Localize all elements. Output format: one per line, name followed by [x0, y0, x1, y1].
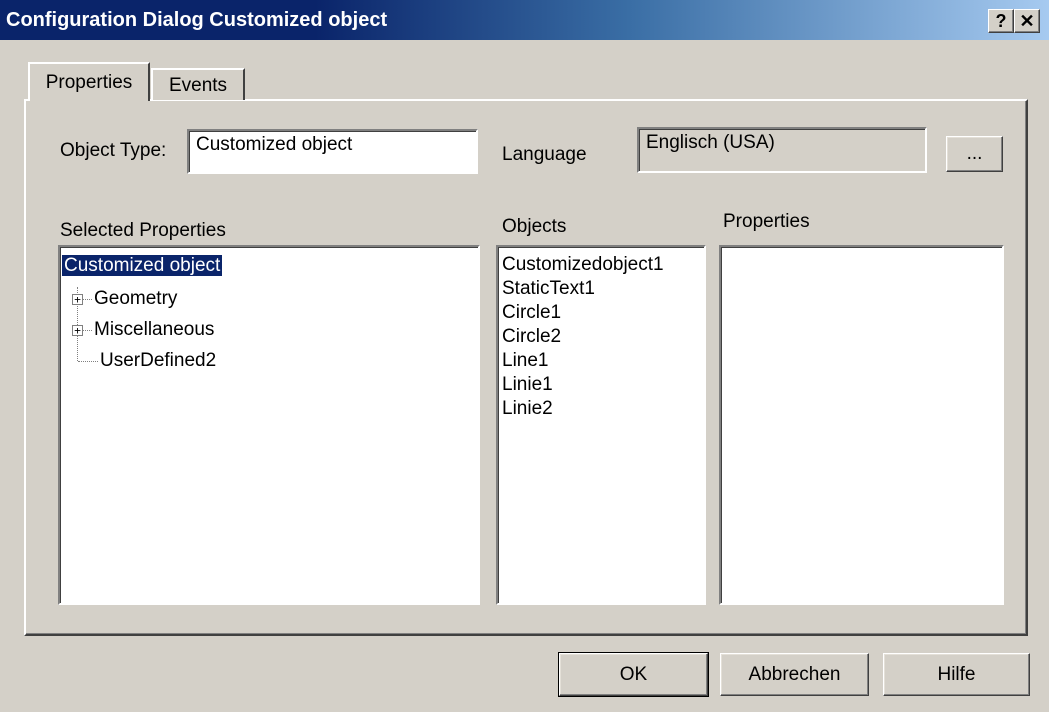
language-value: Englisch (USA)	[646, 132, 775, 153]
help-dialog-button-label: Hilfe	[937, 663, 976, 685]
help-dialog-button[interactable]: Hilfe	[883, 653, 1030, 696]
object-type-field[interactable]: Customized object	[187, 129, 478, 174]
object-type-label: Object Type:	[60, 140, 167, 161]
list-item[interactable]: Circle1	[498, 301, 704, 325]
selected-properties-tree[interactable]: Customized object + Geometry + Miscellan…	[58, 245, 480, 605]
tree-root-label: Customized object	[62, 255, 223, 276]
tree-branch-line	[78, 361, 98, 362]
cancel-button[interactable]: Abbrechen	[720, 653, 869, 696]
language-browse-button[interactable]: ...	[946, 136, 1003, 172]
close-button[interactable]: ✕	[1014, 9, 1040, 33]
selected-properties-header: Selected Properties	[60, 220, 226, 241]
list-item[interactable]: Linie1	[498, 373, 704, 397]
close-icon: ✕	[1019, 11, 1035, 31]
language-browse-label: ...	[966, 143, 983, 164]
tab-events-label: Events	[168, 74, 228, 96]
tree-root-row[interactable]: Customized object	[62, 253, 223, 279]
objects-list[interactable]: Customizedobject1 StaticText1 Circle1 Ci…	[496, 245, 706, 605]
tree-node-label: Geometry	[94, 288, 178, 309]
list-item[interactable]: StaticText1	[498, 277, 704, 301]
window-title: Configuration Dialog Customized object	[6, 9, 388, 31]
tree-node-miscellaneous[interactable]: Miscellaneous	[94, 317, 214, 343]
list-item[interactable]: Circle2	[498, 325, 704, 349]
object-type-value: Customized object	[196, 134, 353, 155]
tree-node-label: Miscellaneous	[94, 319, 215, 340]
tab-properties[interactable]: Properties	[28, 62, 150, 101]
language-field[interactable]: Englisch (USA)	[637, 127, 927, 173]
tab-events[interactable]: Events	[151, 68, 245, 100]
list-item[interactable]: Linie2	[498, 397, 704, 421]
tab-properties-label: Properties	[45, 72, 133, 93]
objects-header: Objects	[502, 216, 567, 237]
help-icon: ?	[995, 11, 1007, 31]
help-button[interactable]: ?	[988, 9, 1014, 33]
list-item[interactable]: Line1	[498, 349, 704, 373]
tree-node-geometry[interactable]: Geometry	[94, 286, 177, 312]
expand-miscellaneous-icon[interactable]: +	[72, 325, 83, 336]
expand-geometry-icon[interactable]: +	[72, 294, 83, 305]
ok-button[interactable]: OK	[558, 652, 709, 697]
properties-list[interactable]	[719, 245, 1004, 605]
cancel-button-label: Abbrechen	[748, 663, 841, 685]
tree-node-userdefined2[interactable]: UserDefined2	[100, 348, 216, 374]
properties-header: Properties	[723, 211, 810, 232]
ok-button-label: OK	[619, 663, 648, 685]
tree-node-label: UserDefined2	[100, 350, 217, 371]
list-item[interactable]: Customizedobject1	[498, 253, 704, 277]
language-label: Language	[502, 144, 587, 165]
